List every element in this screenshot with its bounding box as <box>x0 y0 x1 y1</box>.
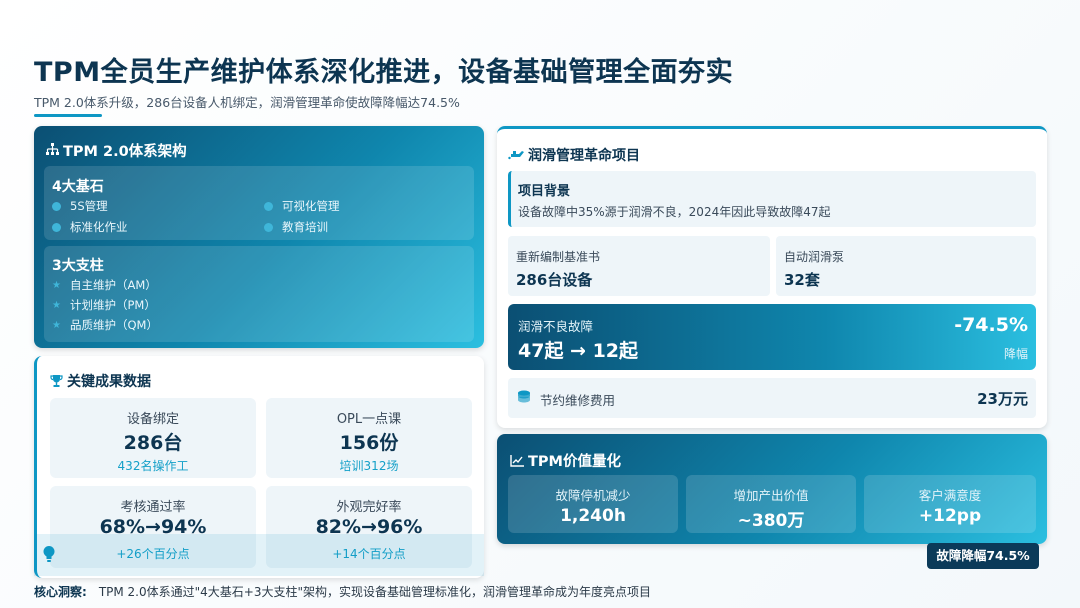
value-card-label: 增加产出价值 <box>733 488 809 503</box>
star-icon: ★ <box>52 279 61 291</box>
kpi-label: 设备绑定 <box>126 412 179 427</box>
coin-stack-icon <box>516 389 532 405</box>
value-card-value: 1,240h <box>560 506 626 526</box>
insight-label: 核心洞察: <box>34 585 87 599</box>
star-icon: ★ <box>52 299 61 311</box>
stat-value: 32套 <box>784 271 820 289</box>
kpi-label: 考核通过率 <box>120 500 186 515</box>
background-title: 项目背景 <box>518 184 571 199</box>
value-title: TPM价值量化 <box>510 450 621 471</box>
stat-label: 重新编制基准书 <box>516 250 601 264</box>
architecture-title-text: TPM 2.0体系架构 <box>63 144 187 160</box>
bullet-dot-icon <box>52 222 61 232</box>
kpi-sub: 432名操作工 <box>117 459 189 473</box>
bullet-dot-icon <box>52 201 61 211</box>
lightbulb-icon <box>42 545 56 563</box>
kpi-value: 156份 <box>339 432 399 454</box>
insight-text: TPM 2.0体系通过"4大基石+3大支柱"架构，实现设备基础管理标准化，润滑管… <box>98 585 651 599</box>
lubrication-title-text: 润滑管理革命项目 <box>528 148 640 164</box>
value-card-label: 客户满意度 <box>918 488 982 503</box>
kpi-title-text: 关键成果数据 <box>67 374 151 390</box>
value-card-label: 故障停机减少 <box>555 488 631 503</box>
kpi-title: 关键成果数据 <box>50 371 151 392</box>
foundation-item: 教育培训 <box>264 219 328 235</box>
value-title-text: TPM价值量化 <box>528 454 621 470</box>
page-title: TPM全员生产维护体系深化推进，设备基础管理全面夯实 <box>34 57 734 88</box>
line-chart-icon <box>510 455 524 471</box>
failure-percent: -74.5% <box>954 314 1028 336</box>
lubrication-title: 润滑管理革命项目 <box>508 145 640 165</box>
title-underline <box>34 114 102 117</box>
trophy-icon <box>50 374 63 392</box>
kpi-sub: 培训312场 <box>339 459 399 473</box>
pillar-item: ★ 计划维护（PM） <box>52 298 156 312</box>
stat-label: 自动润滑泵 <box>784 250 845 264</box>
pillar-item: ★ 品质维护（QM） <box>52 318 158 332</box>
stat-value: 286台设备 <box>516 271 593 289</box>
pillars-title: 3大支柱 <box>52 258 104 274</box>
org-chart-icon <box>46 143 59 160</box>
bullet-dot-icon <box>264 201 273 211</box>
star-icon: ★ <box>52 319 61 331</box>
foundation-item: 5S管理 <box>52 198 108 214</box>
failure-percent-label: 降幅 <box>1003 347 1028 361</box>
kpi-label: 外观完好率 <box>336 500 402 515</box>
foundation-item: 标准化作业 <box>52 219 128 235</box>
value-card-value: ~380万 <box>737 511 805 531</box>
background-text: 设备故障中35%源于润滑不良，2024年因此导致故障47起 <box>518 205 831 219</box>
saving-label: 节约维修费用 <box>540 393 616 408</box>
failure-value: 47起 → 12起 <box>518 340 639 362</box>
page-subtitle: TPM 2.0体系升级，286台设备人机绑定，润滑管理革命使故障降幅达74.5% <box>34 95 460 110</box>
pillar-item: ★ 自主维护（AM） <box>52 278 157 292</box>
kpi-label: OPL一点课 <box>336 412 402 427</box>
oil-can-icon <box>508 149 524 165</box>
saving-value: 23万元 <box>977 390 1028 408</box>
foundation-item: 可视化管理 <box>264 198 340 214</box>
failure-label: 润滑不良故障 <box>518 319 594 334</box>
architecture-title: TPM 2.0体系架构 <box>46 140 187 161</box>
bullet-dot-icon <box>264 222 273 232</box>
core-insight: 核心洞察: TPM 2.0体系通过"4大基石+3大支柱"架构，实现设备基础管理标准… <box>34 583 651 600</box>
insight-band <box>34 534 484 576</box>
kpi-value: 286台 <box>123 432 183 454</box>
foundations-title: 4大基石 <box>52 179 104 195</box>
value-card-value: +12pp <box>918 506 982 526</box>
reduction-badge: 故障降幅74.5% <box>927 543 1039 569</box>
